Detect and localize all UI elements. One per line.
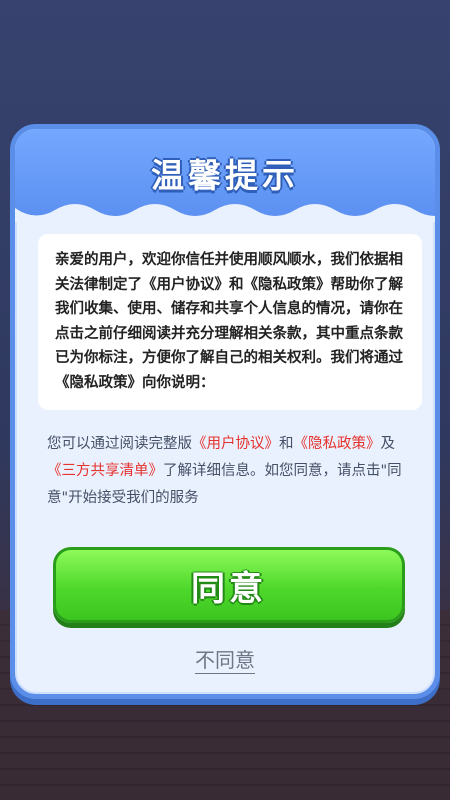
terms-scroll-box[interactable]: 亲爱的用户，欢迎你信任并使用顺风顺水，我们依据相关法律制定了《用户协议》和《隐私…: [38, 234, 422, 410]
wave-decoration: [15, 204, 435, 222]
dialog-header: 温馨提示: [15, 129, 435, 222]
dialog-title: 温馨提示: [151, 156, 299, 195]
privacy-policy-link[interactable]: 《隐私政策》: [294, 436, 381, 452]
agree-button[interactable]: 同意: [53, 547, 405, 623]
disagree-button[interactable]: 不同意: [15, 644, 435, 674]
info-text: 您可以通过阅读完整版《用户协议》和《隐私政策》及《三方共享清单》了解详细信息。如…: [47, 431, 417, 512]
terms-text: 亲爱的用户，欢迎你信任并使用顺风顺水，我们依据相关法律制定了《用户协议》和《隐私…: [55, 252, 403, 391]
info-prefix: 您可以通过阅读完整版: [47, 436, 192, 452]
info-and: 和: [279, 436, 294, 452]
info-and-2: 及: [380, 436, 396, 452]
user-agreement-link[interactable]: 《用户协议》: [192, 436, 279, 452]
disagree-button-label: 不同意: [195, 648, 255, 674]
privacy-dialog: 温馨提示 亲爱的用户，欢迎你信任并使用顺风顺水，我们依据相关法律制定了《用户协议…: [10, 124, 440, 699]
third-party-list-link[interactable]: 《三方共享清单》: [47, 463, 163, 479]
agree-button-label: 同意: [191, 568, 267, 609]
